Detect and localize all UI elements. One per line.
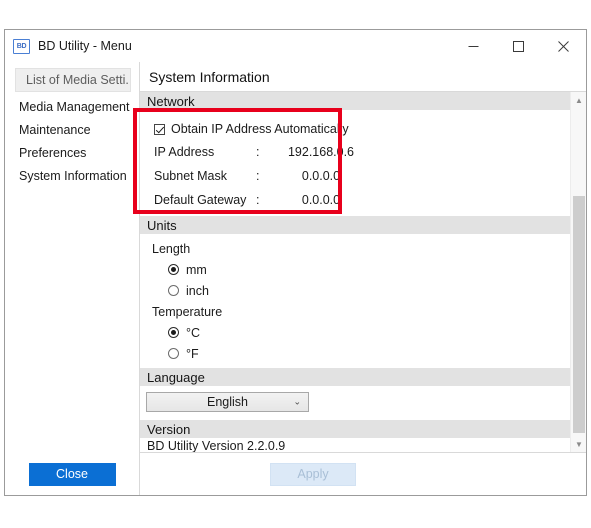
section-body-units: Length mm inch Temperature °C °F	[140, 234, 570, 368]
section-body-network: Obtain IP Address Automatically IP Addre…	[140, 110, 570, 216]
sidebar-item-system-information[interactable]: System Information	[5, 164, 139, 187]
vertical-scrollbar[interactable]: ▲ ▼	[570, 92, 586, 452]
maximize-icon[interactable]	[496, 30, 541, 62]
close-icon[interactable]	[541, 30, 586, 62]
obtain-ip-automatically-label: Obtain IP Address Automatically	[171, 122, 349, 136]
sidebar-item-preferences[interactable]: Preferences	[5, 141, 139, 164]
window-title: BD Utility - Menu	[38, 39, 132, 53]
field-label: Subnet Mask	[154, 169, 227, 183]
radio-label: °C	[186, 325, 201, 340]
sidebar-item-label: Preferences	[19, 145, 87, 160]
title-bar: BD BD Utility - Menu	[5, 30, 586, 62]
checkbox-icon[interactable]	[154, 123, 165, 135]
minimize-icon[interactable]	[451, 30, 496, 62]
units-temperature-label: Temperature	[152, 304, 223, 319]
radio-icon[interactable]	[168, 348, 179, 359]
radio-icon[interactable]	[168, 285, 179, 296]
window-body: List of Media Setti... Media Management …	[5, 62, 586, 495]
field-label: IP Address	[154, 145, 215, 159]
radio-temperature-celsius[interactable]: °C	[140, 322, 570, 343]
scroll-region: Network Obtain IP Address Automatically …	[140, 92, 586, 453]
section-header-version: Version	[140, 420, 570, 438]
sidebar-item-label: List of Media Setti...	[26, 73, 131, 87]
close-button[interactable]: Close	[28, 462, 116, 486]
radio-length-mm[interactable]: mm	[140, 259, 570, 280]
field-colon: :	[256, 145, 260, 159]
scroll-up-icon[interactable]: ▲	[571, 92, 587, 108]
field-colon: :	[256, 193, 260, 207]
content-pane: System Information Network Obtain IP Add…	[139, 62, 586, 495]
field-colon: :	[256, 169, 260, 183]
close-area: Close	[5, 453, 139, 495]
field-value: 0.0.0.0	[301, 193, 341, 207]
window-controls	[451, 30, 586, 62]
sidebar-item-label: Maintenance	[19, 122, 91, 137]
screenshot-root: BD BD Utility - Menu List of Media Setti…	[0, 0, 591, 528]
radio-icon[interactable]	[168, 264, 179, 275]
network-fields: Obtain IP Address Automatically IP Addre…	[140, 114, 570, 212]
sidebar-item-label: Media Management	[19, 99, 130, 114]
apply-area: Apply	[140, 462, 586, 486]
field-value: 192.168.0.6	[287, 145, 355, 159]
language-select-value: English	[207, 395, 248, 409]
field-value: 0.0.0.0	[301, 169, 341, 183]
apply-button[interactable]: Apply	[270, 462, 356, 486]
radio-icon[interactable]	[168, 327, 179, 338]
section-header-units: Units	[140, 216, 570, 234]
section-header-language: Language	[140, 368, 570, 386]
pane-footer: Apply	[140, 453, 586, 495]
scrollbar-thumb[interactable]	[573, 196, 585, 433]
sidebar-item-media-management[interactable]: Media Management	[5, 95, 139, 118]
sidebar-item-maintenance[interactable]: Maintenance	[5, 118, 139, 141]
field-ip-address: IP Address : 192.168.0.6	[154, 140, 570, 164]
settings-list: Network Obtain IP Address Automatically …	[140, 92, 570, 452]
app-icon: BD	[13, 38, 30, 54]
field-subnet-mask: Subnet Mask : 0.0.0.0	[154, 164, 570, 188]
page-title: System Information	[140, 62, 586, 92]
sidebar-item-label: System Information	[19, 168, 127, 183]
sidebar: List of Media Setti... Media Management …	[5, 62, 139, 495]
radio-label: mm	[186, 262, 207, 277]
scroll-down-icon[interactable]: ▼	[571, 436, 587, 452]
sidebar-item-list-of-media-settings[interactable]: List of Media Setti...	[15, 68, 131, 92]
section-body-language: English ⌄	[140, 386, 570, 420]
chevron-down-icon: ⌄	[293, 396, 301, 407]
field-default-gateway: Default Gateway : 0.0.0.0	[154, 188, 570, 212]
field-label: Default Gateway	[154, 193, 247, 207]
application-window: BD BD Utility - Menu List of Media Setti…	[4, 29, 587, 496]
radio-label: inch	[186, 283, 209, 298]
units-length-label: Length	[152, 241, 191, 256]
radio-temperature-fahrenheit[interactable]: °F	[140, 343, 570, 364]
obtain-ip-automatically-checkbox-row[interactable]: Obtain IP Address Automatically	[154, 116, 570, 140]
language-select[interactable]: English ⌄	[146, 392, 309, 412]
section-header-network: Network	[140, 92, 570, 110]
version-text: BD Utility Version 2.2.0.9	[147, 439, 286, 452]
radio-length-inch[interactable]: inch	[140, 280, 570, 301]
radio-label: °F	[186, 346, 199, 361]
